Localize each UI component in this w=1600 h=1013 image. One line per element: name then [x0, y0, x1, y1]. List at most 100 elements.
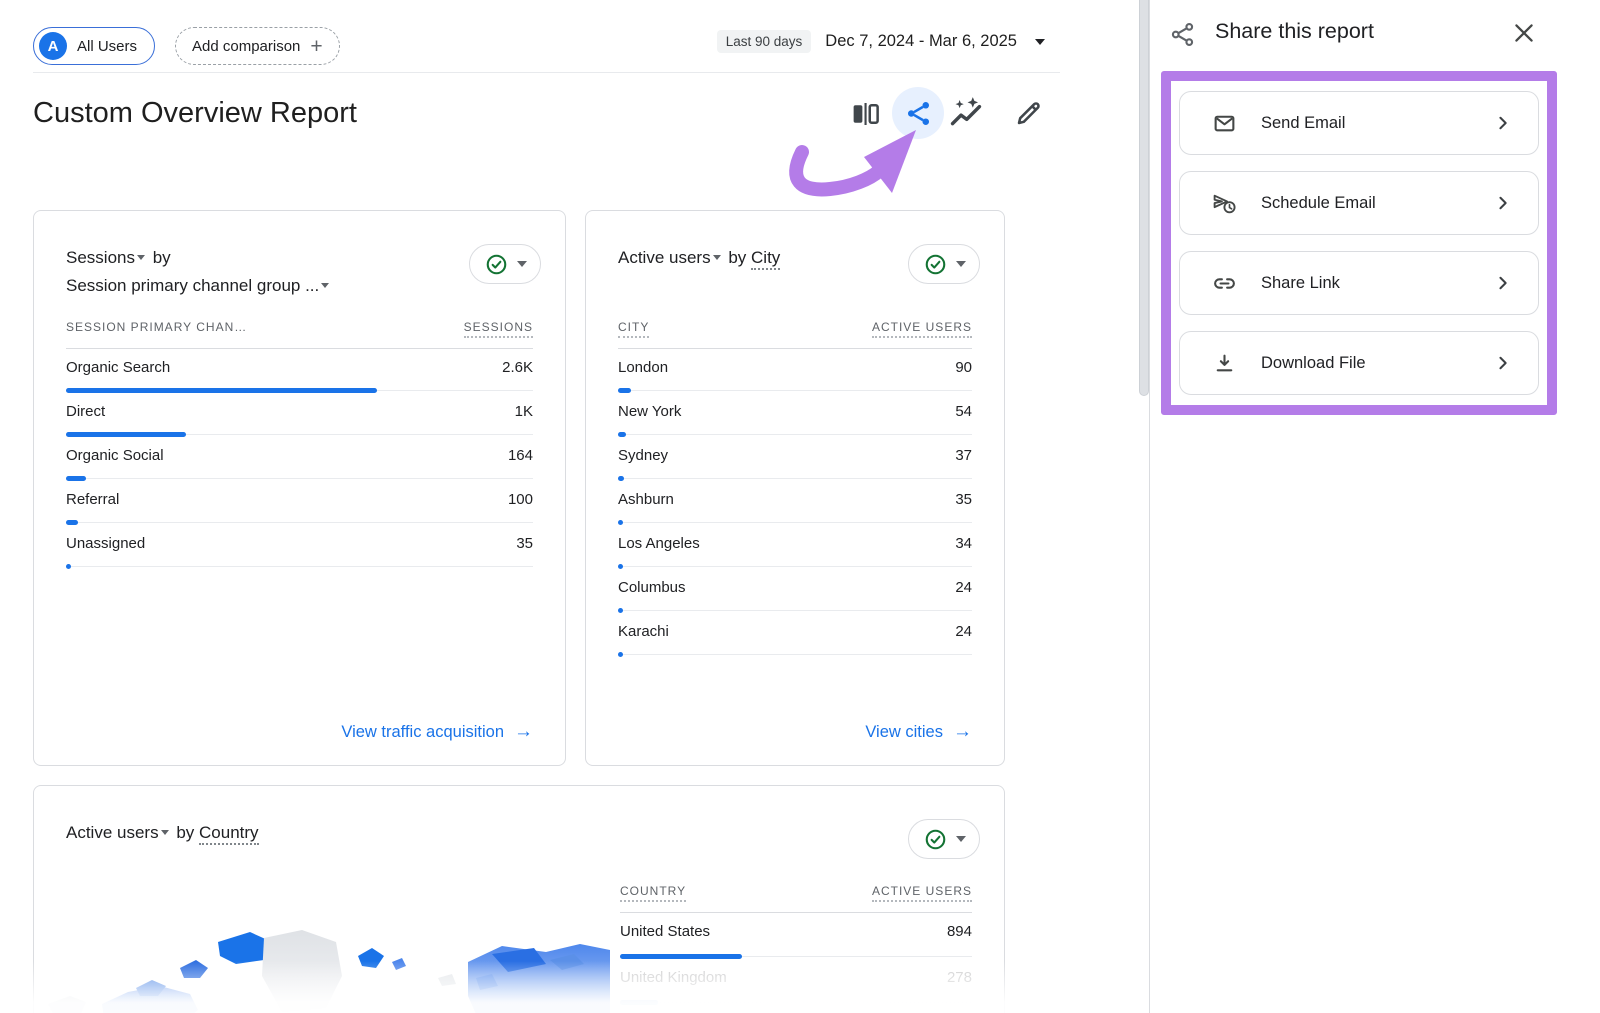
sessions-by-channel-card: Sessions by Session primary channel grou… — [33, 210, 566, 766]
row-value: 54 — [955, 403, 972, 420]
dimension-dropdown[interactable]: Session primary channel group ... — [66, 276, 319, 295]
table-header: SESSION PRIMARY CHAN… SESSIONS — [66, 320, 533, 349]
edit-icon[interactable] — [1012, 97, 1046, 129]
metric-dropdown[interactable]: Active users — [66, 823, 159, 842]
header-divider — [33, 72, 1060, 73]
share-option-download-file[interactable]: Download File — [1179, 331, 1539, 395]
dimension-dropdown[interactable]: Country — [199, 823, 259, 845]
chevron-right-icon — [1492, 112, 1514, 134]
scrollbar-thumb[interactable] — [1139, 0, 1149, 396]
table-row: Ashburn 35 — [618, 481, 972, 525]
active-users-by-country-card: Active users by Country — [33, 785, 1005, 1013]
metric-column-header: SESSIONS — [464, 320, 533, 338]
data-quality-pill[interactable] — [908, 244, 980, 284]
chevron-down-icon — [517, 261, 527, 267]
table-row: Los Angeles 34 — [618, 525, 972, 569]
chevron-down-icon — [956, 836, 966, 842]
row-bar — [66, 476, 86, 481]
row-value: 100 — [508, 491, 533, 508]
add-comparison-button[interactable]: Add comparison + — [175, 27, 340, 65]
date-range-selector[interactable]: Last 90 days Dec 7, 2024 - Mar 6, 2025 — [600, 30, 1045, 53]
close-icon[interactable] — [1509, 18, 1539, 48]
table-row: Direct 1K — [66, 393, 533, 437]
table-body: United States 894 United Kingdom 278 — [620, 913, 972, 1005]
dimension-column-header: CITY — [618, 320, 649, 338]
chevron-right-icon — [1492, 192, 1514, 214]
avatar: A — [39, 32, 67, 60]
table-row: Columbus 24 — [618, 569, 972, 613]
row-value: 164 — [508, 447, 533, 464]
row-value: 1K — [515, 403, 533, 420]
table-row: Unassigned 35 — [66, 525, 533, 569]
row-bar — [618, 652, 623, 657]
arrow-right-icon: → — [514, 721, 533, 743]
share-panel: Share this report Send Email Schedule Em… — [1149, 0, 1600, 1013]
date-range-text: Dec 7, 2024 - Mar 6, 2025 — [825, 32, 1017, 51]
world-map — [40, 889, 610, 1013]
row-label: London — [618, 359, 668, 376]
view-cities-link[interactable]: View cities→ — [865, 721, 972, 743]
metric-column-header: ACTIVE USERS — [872, 884, 972, 902]
table-row: Karachi 24 — [618, 613, 972, 657]
check-circle-icon — [923, 252, 948, 277]
table-row: Sydney 37 — [618, 437, 972, 481]
row-bar — [66, 564, 71, 569]
share-option-schedule-email[interactable]: Schedule Email — [1179, 171, 1539, 235]
ga4-report-screen: A All Users Add comparison + Last 90 day… — [0, 0, 1600, 1013]
table-body: London 90 New York 54 Sydney 37 Ashburn … — [618, 349, 972, 657]
date-preset-badge: Last 90 days — [717, 30, 812, 53]
table-row: United States 894 — [620, 913, 972, 959]
arrow-right-icon: → — [953, 721, 972, 743]
chevron-down-icon — [161, 830, 169, 835]
table-body: Organic Search 2.6K Direct 1K Organic So… — [66, 349, 533, 569]
row-value: 90 — [955, 359, 972, 376]
table-row: United Kingdom 278 — [620, 959, 972, 1005]
email-icon — [1212, 111, 1237, 136]
dimension-column-header: COUNTRY — [620, 884, 686, 902]
share-icon — [1169, 21, 1196, 53]
metric-dropdown[interactable]: Sessions — [66, 248, 135, 267]
share-icon[interactable] — [892, 87, 944, 139]
chevron-down-icon — [137, 255, 145, 260]
view-traffic-acquisition-link[interactable]: View traffic acquisition→ — [341, 721, 533, 743]
insights-icon[interactable] — [948, 96, 984, 130]
report-main: A All Users Add comparison + Last 90 day… — [0, 0, 1149, 1013]
row-value: 35 — [955, 491, 972, 508]
row-label: Unassigned — [66, 535, 145, 552]
row-value: 2.6K — [502, 359, 533, 376]
all-users-chip[interactable]: A All Users — [33, 27, 155, 65]
dimension-column-header: SESSION PRIMARY CHAN… — [66, 320, 247, 338]
by-text: by — [728, 248, 746, 267]
page-title: Custom Overview Report — [33, 97, 357, 130]
chevron-down-icon — [956, 261, 966, 267]
row-bar — [620, 954, 742, 959]
row-label: United Kingdom — [620, 969, 727, 986]
active-users-by-city-card: Active users by City CITY ACTIVE USERS L… — [585, 210, 1005, 766]
row-value: 24 — [955, 579, 972, 596]
share-option-label: Schedule Email — [1261, 194, 1376, 213]
row-label: Columbus — [618, 579, 686, 596]
download-icon — [1212, 351, 1237, 376]
metric-dropdown[interactable]: Active users — [618, 248, 711, 267]
row-label: Referral — [66, 491, 119, 508]
data-quality-pill[interactable] — [469, 244, 541, 284]
table-row: New York 54 — [618, 393, 972, 437]
dimension-dropdown[interactable]: City — [751, 248, 780, 270]
row-bar — [618, 564, 623, 569]
share-option-share-link[interactable]: Share Link — [1179, 251, 1539, 315]
card-title: Active users by Country — [66, 819, 972, 847]
by-text: by — [153, 248, 171, 267]
row-value: 278 — [947, 969, 972, 986]
card-title: Sessions by Session primary channel grou… — [66, 244, 533, 300]
row-label: Los Angeles — [618, 535, 700, 552]
row-label: Organic Social — [66, 447, 164, 464]
table-row: Organic Social 164 — [66, 437, 533, 481]
check-circle-icon — [923, 827, 948, 852]
row-label: New York — [618, 403, 681, 420]
data-quality-pill[interactable] — [908, 819, 980, 859]
row-bar — [66, 388, 377, 393]
comparison-icon[interactable] — [849, 99, 882, 129]
share-option-send-email[interactable]: Send Email — [1179, 91, 1539, 155]
row-bar — [618, 476, 624, 481]
row-bar — [620, 1000, 658, 1005]
